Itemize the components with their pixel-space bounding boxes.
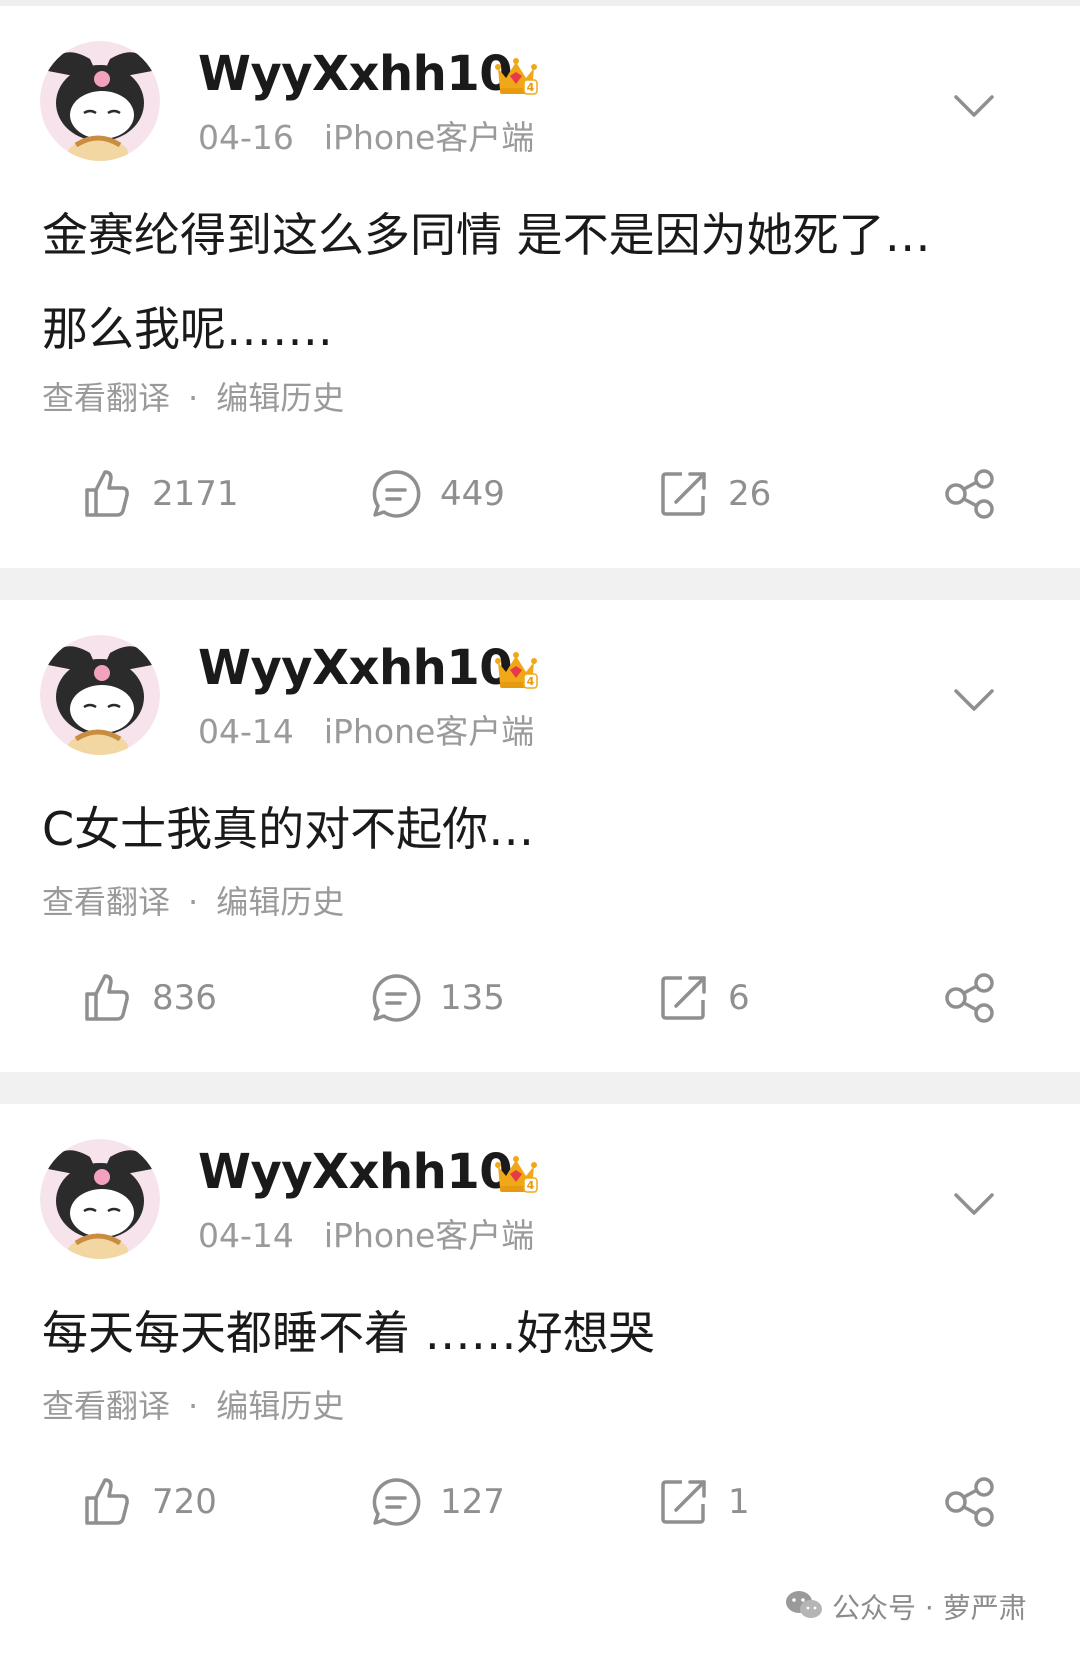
like-button[interactable]: 836: [82, 968, 282, 1028]
comment-button[interactable]: 127: [370, 1472, 570, 1532]
chevron-down-icon[interactable]: [952, 1189, 996, 1221]
avatar[interactable]: [40, 41, 160, 161]
username[interactable]: WyyXxhh10: [198, 46, 513, 102]
comment-button[interactable]: 449: [370, 464, 570, 524]
chevron-down-icon[interactable]: [952, 685, 996, 717]
post-links: 查看翻译 · 编辑历史: [42, 882, 344, 922]
post-separator: [0, 1072, 1080, 1104]
chevron-down-icon[interactable]: [952, 91, 996, 123]
post-content-line: 每天每天都睡不着 ……好想哭: [42, 1306, 655, 1360]
repost-button[interactable]: 26: [658, 464, 858, 524]
repost-button[interactable]: 6: [658, 968, 858, 1028]
post-links: 查看翻译 · 编辑历史: [42, 378, 344, 418]
edit-history-link[interactable]: 编辑历史: [216, 1387, 344, 1425]
edit-history-link[interactable]: 编辑历史: [216, 379, 344, 417]
view-translation-link[interactable]: 查看翻译: [42, 379, 170, 417]
like-count: 720: [152, 1482, 217, 1522]
post-card: WyyXxhh10 4 04-16 iPhone客户端 金赛纶得到这么多同情 是不…: [0, 6, 1080, 568]
wechat-icon: [784, 1589, 824, 1630]
svg-text:4: 4: [527, 1179, 535, 1192]
post-content[interactable]: 每天每天都睡不着 ……好想哭: [42, 1286, 1042, 1380]
repost-count: 26: [728, 474, 772, 514]
repost-count: 6: [728, 978, 750, 1018]
post-meta: 04-14 iPhone客户端: [198, 1216, 534, 1256]
repost-count: 1: [728, 1482, 750, 1522]
post-action-bar: 2171 449 26: [0, 464, 1080, 524]
svg-text:4: 4: [527, 81, 535, 94]
post-source: iPhone客户端: [323, 1216, 535, 1255]
post-source: iPhone客户端: [323, 712, 535, 751]
post-content[interactable]: C女士我真的对不起你…: [42, 782, 1042, 876]
post-card: WyyXxhh10 4 04-14 iPhone客户端 C女士我真的对不起你… 查…: [0, 600, 1080, 1072]
watermark: 公众号 · 萝严肃: [784, 1589, 1027, 1630]
post-links: 查看翻译 · 编辑历史: [42, 1386, 344, 1426]
watermark-text: 公众号 · 萝严肃: [832, 1591, 1027, 1625]
comment-count: 127: [440, 1482, 505, 1522]
link-separator: ·: [188, 1387, 199, 1425]
svg-text:4: 4: [527, 675, 535, 688]
like-count: 836: [152, 978, 217, 1018]
repost-button[interactable]: 1: [658, 1472, 858, 1532]
comment-count: 135: [440, 978, 505, 1018]
link-separator: ·: [188, 379, 199, 417]
post-meta: 04-16 iPhone客户端: [198, 118, 534, 158]
comment-count: 449: [440, 474, 505, 514]
vip-crown-badge-icon[interactable]: 4: [494, 648, 538, 690]
post-content[interactable]: 金赛纶得到这么多同情 是不是因为她死了… 那么我呢…….: [42, 188, 1042, 376]
post-card: WyyXxhh10 4 04-14 iPhone客户端 每天每天都睡不着 ……好想…: [0, 1104, 1080, 1657]
view-translation-link[interactable]: 查看翻译: [42, 883, 170, 921]
vip-crown-badge-icon[interactable]: 4: [494, 54, 538, 96]
post-content-line: 金赛纶得到这么多同情 是不是因为她死了…: [42, 208, 931, 262]
comment-button[interactable]: 135: [370, 968, 570, 1028]
post-content-line: 那么我呢…….: [42, 302, 333, 356]
vip-crown-badge-icon[interactable]: 4: [494, 1152, 538, 1194]
post-date: 04-14: [198, 712, 294, 751]
post-meta: 04-14 iPhone客户端: [198, 712, 534, 752]
post-content-line: C女士我真的对不起你…: [42, 802, 535, 856]
post-date: 04-16: [198, 118, 294, 157]
like-button[interactable]: 2171: [82, 464, 282, 524]
post-source: iPhone客户端: [323, 118, 535, 157]
username[interactable]: WyyXxhh10: [198, 1144, 513, 1200]
post-separator: [0, 568, 1080, 600]
avatar[interactable]: [40, 635, 160, 755]
post-date: 04-14: [198, 1216, 294, 1255]
link-separator: ·: [188, 883, 199, 921]
share-button[interactable]: [944, 464, 1004, 524]
avatar[interactable]: [40, 1139, 160, 1259]
edit-history-link[interactable]: 编辑历史: [216, 883, 344, 921]
like-button[interactable]: 720: [82, 1472, 282, 1532]
post-action-bar: 720 127 1: [0, 1472, 1080, 1532]
like-count: 2171: [152, 474, 239, 514]
share-button[interactable]: [944, 968, 1004, 1028]
username[interactable]: WyyXxhh10: [198, 640, 513, 696]
post-action-bar: 836 135 6: [0, 968, 1080, 1028]
share-button[interactable]: [944, 1472, 1004, 1532]
view-translation-link[interactable]: 查看翻译: [42, 1387, 170, 1425]
